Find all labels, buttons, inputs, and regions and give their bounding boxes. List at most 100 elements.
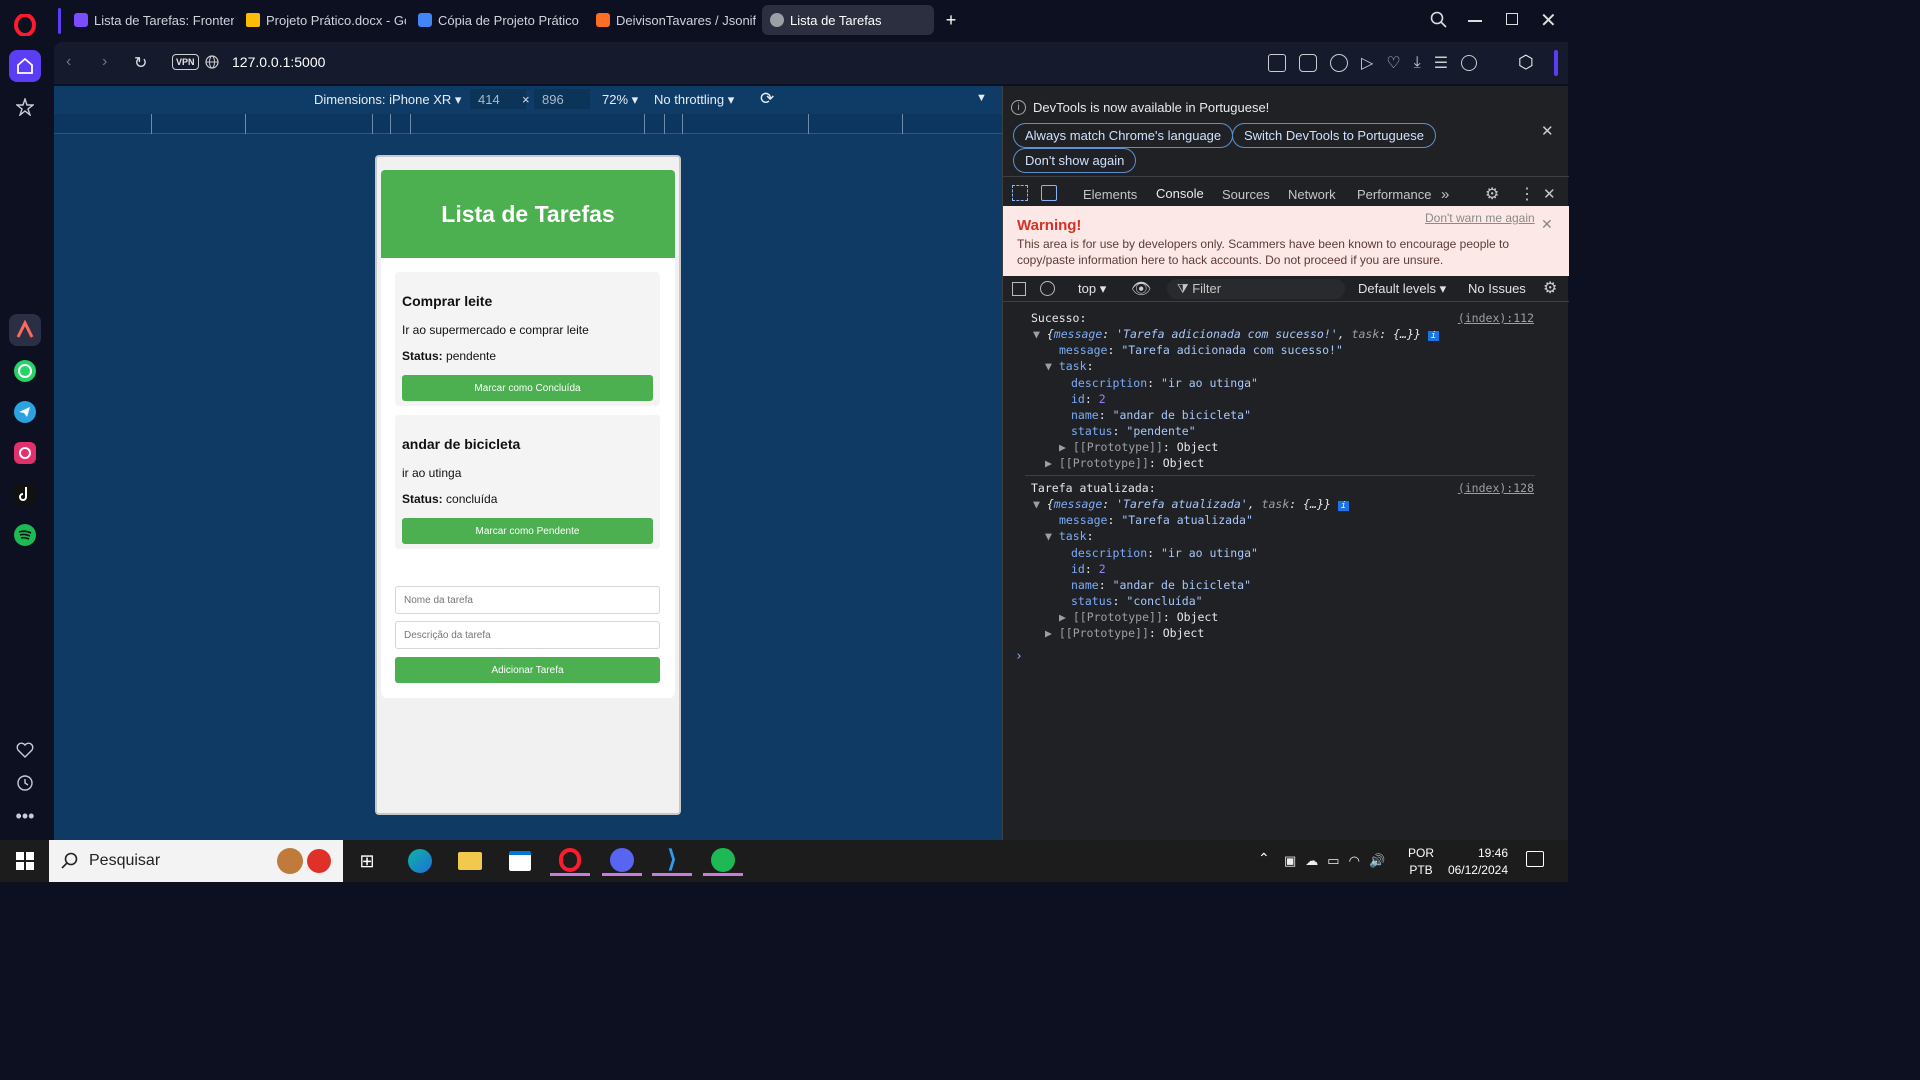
tab-lista-frontend[interactable]: Lista de Tarefas: Frontend [66,5,234,35]
vpn-badge[interactable]: VPN [172,54,199,70]
wifi-icon[interactable]: ◠ [1349,853,1360,869]
log-source-link[interactable]: (index):128 [1458,481,1534,495]
volume-icon[interactable]: 🔊 [1369,853,1385,869]
clock[interactable]: 19:46 06/12/2024 [1444,845,1508,879]
minimize-icon[interactable] [1468,20,1482,22]
task-view-icon[interactable]: ⊞ [347,846,387,876]
mark-complete-button[interactable]: Marcar como Concluída [402,375,653,401]
back-icon[interactable]: ‹ [66,53,71,71]
easy-setup-icon[interactable]: ☰ [1434,53,1448,73]
heart-icon[interactable]: ♡ [1386,53,1400,73]
console-settings-icon[interactable]: ⚙ [1543,278,1557,298]
issues-counter[interactable]: No Issues [1468,281,1526,296]
player-icon[interactable]: ▷ [1361,53,1373,73]
prop-line[interactable]: ▼ task: [1045,529,1094,543]
context-select[interactable]: top ▾ [1078,281,1106,297]
site-info-globe-icon[interactable] [205,55,219,72]
prototype-line[interactable]: ▶ [[Prototype]]: Object [1045,626,1204,640]
console-filter-input[interactable]: ⧩ Filter [1167,279,1345,299]
vscode-icon[interactable]: ⟩ [652,846,692,876]
more-options-icon[interactable]: ••• [9,800,41,832]
mark-pending-button[interactable]: Marcar como Pendente [402,518,653,544]
device-dimensions-select[interactable]: Dimensions: iPhone XR ▾ [314,92,461,108]
adblock-icon[interactable] [1330,54,1348,72]
opera-logo-icon[interactable] [9,9,41,41]
device-toggle-icon[interactable] [1041,185,1057,201]
opera-taskbar-icon[interactable] [550,846,590,876]
camera-icon[interactable] [1299,54,1317,72]
live-expression-eye-icon[interactable]: 👁 [1131,279,1151,299]
log-levels-select[interactable]: Default levels ▾ [1358,281,1446,297]
edge-icon[interactable] [400,846,440,876]
status-value: pendente [446,349,497,363]
taskbar-search-box[interactable]: Pesquisar [49,840,343,882]
tab-jsonify-gitlab[interactable]: DeivisonTavares / Jsonify [588,5,756,35]
url-field[interactable]: 127.0.0.1:5000 [232,54,325,70]
log-object-summary[interactable]: ▼ {message: 'Tarefa adicionada com suces… [1033,327,1440,341]
profile-icon[interactable] [1461,55,1478,71]
zoom-select[interactable]: 72% ▾ [602,92,638,108]
sidebar-toggle-icon[interactable] [1012,282,1026,296]
log-label: Sucesso: [1031,311,1087,325]
prototype-line[interactable]: ▶ [[Prototype]]: Object [1059,610,1218,624]
tray-expand-chevron-icon[interactable]: ⌃ [1258,850,1270,867]
instagram-icon[interactable] [9,437,41,469]
meet-now-icon[interactable]: ▣ [1284,853,1296,869]
whatsapp-icon[interactable] [9,355,41,387]
microsoft-store-icon[interactable] [500,846,540,876]
tab-copia-projeto[interactable]: Cópia de Projeto Prático.d [410,5,580,35]
height-input[interactable]: 896 [534,89,590,109]
width-input[interactable]: 414 [470,89,526,109]
spotify-icon[interactable] [9,519,41,551]
media-query-ruler[interactable] [54,114,1002,134]
rotate-icon[interactable]: ⟳ [760,89,774,109]
dont-warn-link[interactable]: Don't warn me again [1425,211,1535,225]
close-warning-icon[interactable]: ✕ [1541,216,1553,233]
telegram-icon[interactable] [9,396,41,428]
aria-icon[interactable] [9,314,41,346]
dont-show-again-button[interactable]: Don't show again [1013,148,1137,173]
tiktok-icon[interactable] [9,478,41,510]
onedrive-icon[interactable]: ☁ [1305,853,1318,869]
prototype-line[interactable]: ▶ [[Prototype]]: Object [1059,440,1218,454]
clear-console-icon[interactable] [1040,281,1055,296]
search-tabs-icon[interactable] [1430,11,1448,29]
log-source-link[interactable]: (index):112 [1458,311,1534,325]
tab-label: Lista de Tarefas: Frontend [94,12,234,28]
restore-icon[interactable] [1506,13,1518,25]
history-clock-icon[interactable] [9,767,41,799]
pinboard-star-icon[interactable] [9,91,41,123]
forward-icon[interactable]: › [102,53,107,71]
opera-gx-icon[interactable] [602,846,642,876]
reload-icon[interactable]: ↻ [134,53,147,73]
prototype-line[interactable]: ▶ [[Prototype]]: Object [1045,456,1204,470]
tab-projeto-docx[interactable]: Projeto Prático.docx - Goo [238,5,406,35]
throttling-select[interactable]: No throttling ▾ [654,92,734,108]
close-window-icon[interactable]: ✕ [1540,8,1557,33]
new-tab-plus-icon[interactable]: + [941,10,961,30]
console-prompt-chevron-icon[interactable]: › [1015,649,1023,664]
switch-to-portuguese-button[interactable]: Switch DevTools to Portuguese [1232,123,1436,148]
task-name-input[interactable]: Nome da tarefa [395,586,660,614]
edit-icon[interactable] [1268,54,1286,72]
add-task-button[interactable]: Adicionar Tarefa [395,657,660,683]
device-toolbar-menu-icon[interactable]: ▼ [976,92,987,104]
input-language-indicator[interactable]: POR PTB [1408,845,1434,879]
notifications-icon[interactable] [1526,851,1544,867]
download-icon[interactable]: ⤓ [1414,54,1421,72]
close-infobar-icon[interactable]: ✕ [1541,122,1554,140]
always-match-language-button[interactable]: Always match Chrome's language [1013,123,1234,148]
windows-start-icon[interactable] [5,846,45,876]
favorites-heart-icon[interactable] [9,734,41,766]
file-explorer-icon[interactable] [450,846,490,876]
prop-line[interactable]: ▼ task: [1045,359,1094,373]
home-icon[interactable] [9,50,41,82]
extensions-cube-icon[interactable]: ⬡ [1518,52,1534,73]
search-icon [61,852,78,869]
spotify-taskbar-icon[interactable] [703,846,743,876]
task-description-input[interactable]: Descrição da tarefa [395,621,660,649]
log-object-summary[interactable]: ▼ {message: 'Tarefa atualizada', task: {… [1033,497,1350,511]
tab-lista-de-tarefas[interactable]: Lista de Tarefas [762,5,934,35]
battery-icon[interactable]: ▭ [1327,853,1339,869]
inspect-element-icon[interactable] [1012,185,1028,201]
